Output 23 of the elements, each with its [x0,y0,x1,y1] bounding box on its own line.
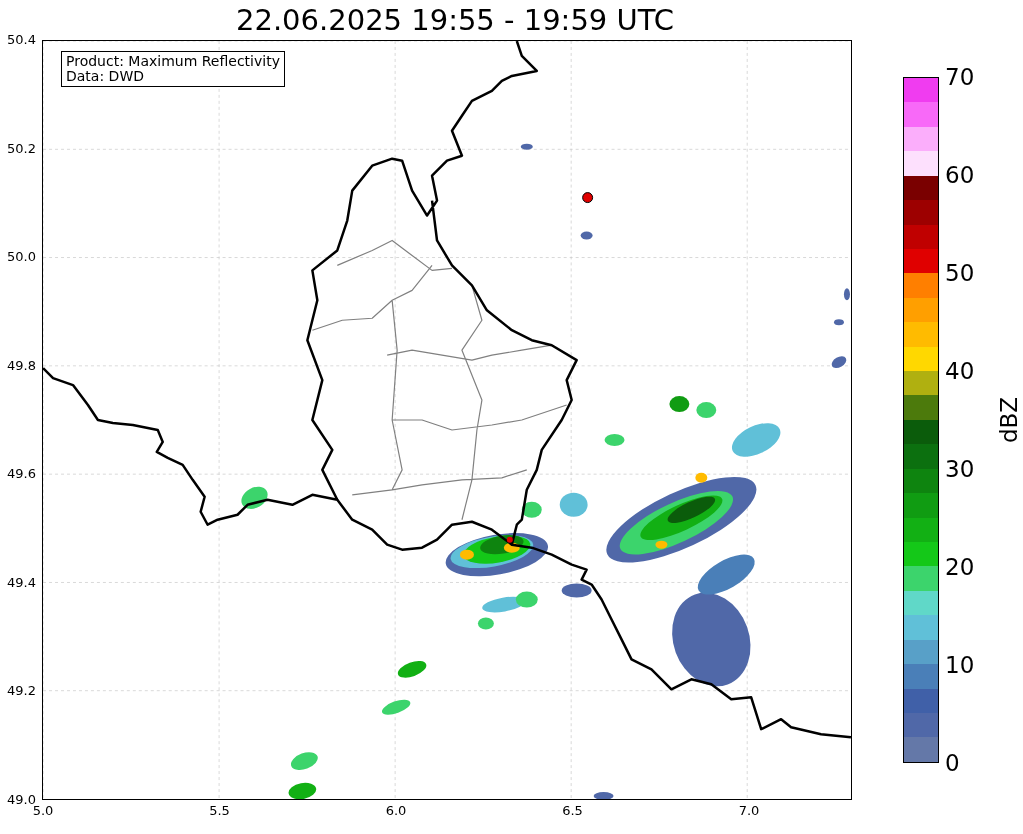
colorbar-tick-label: 40 [945,357,975,385]
colorbar-tick-label: 0 [945,749,960,777]
axis-tick-label: 6.5 [561,803,584,818]
axis-tick-label: 5.5 [208,803,231,818]
axis-tick-label: 49.6 [7,466,36,482]
axis-tick-label: 49.4 [7,574,36,590]
colorbar-tick-label: 10 [945,651,975,679]
chart-title: 22.06.2025 19:55 - 19:59 UTC [236,2,674,39]
legend-text: Data: DWD [66,69,145,84]
colorbar-tick-label: 30 [945,455,975,483]
axis-tick-label: 49.2 [7,683,36,699]
colorbar-tick-label: 60 [945,161,975,189]
axis-tick-label: 6.0 [384,803,408,818]
axis-tick-label: 50.4 [7,32,36,47]
axis-tick-label: 7.0 [737,803,761,818]
colorbar-tick-label: 50 [945,259,975,287]
axis-tick-label: 49.8 [7,357,36,373]
legend-text: Product: Maximum Reflectivity [66,54,280,69]
colorbar-label: dBZ [996,396,1022,444]
axis-tick-label: 50.0 [7,249,36,265]
axis-tick-label: 50.2 [7,140,36,156]
colorbar-tick-label: 70 [945,63,975,91]
colorbar-tick-label: 20 [945,553,975,581]
